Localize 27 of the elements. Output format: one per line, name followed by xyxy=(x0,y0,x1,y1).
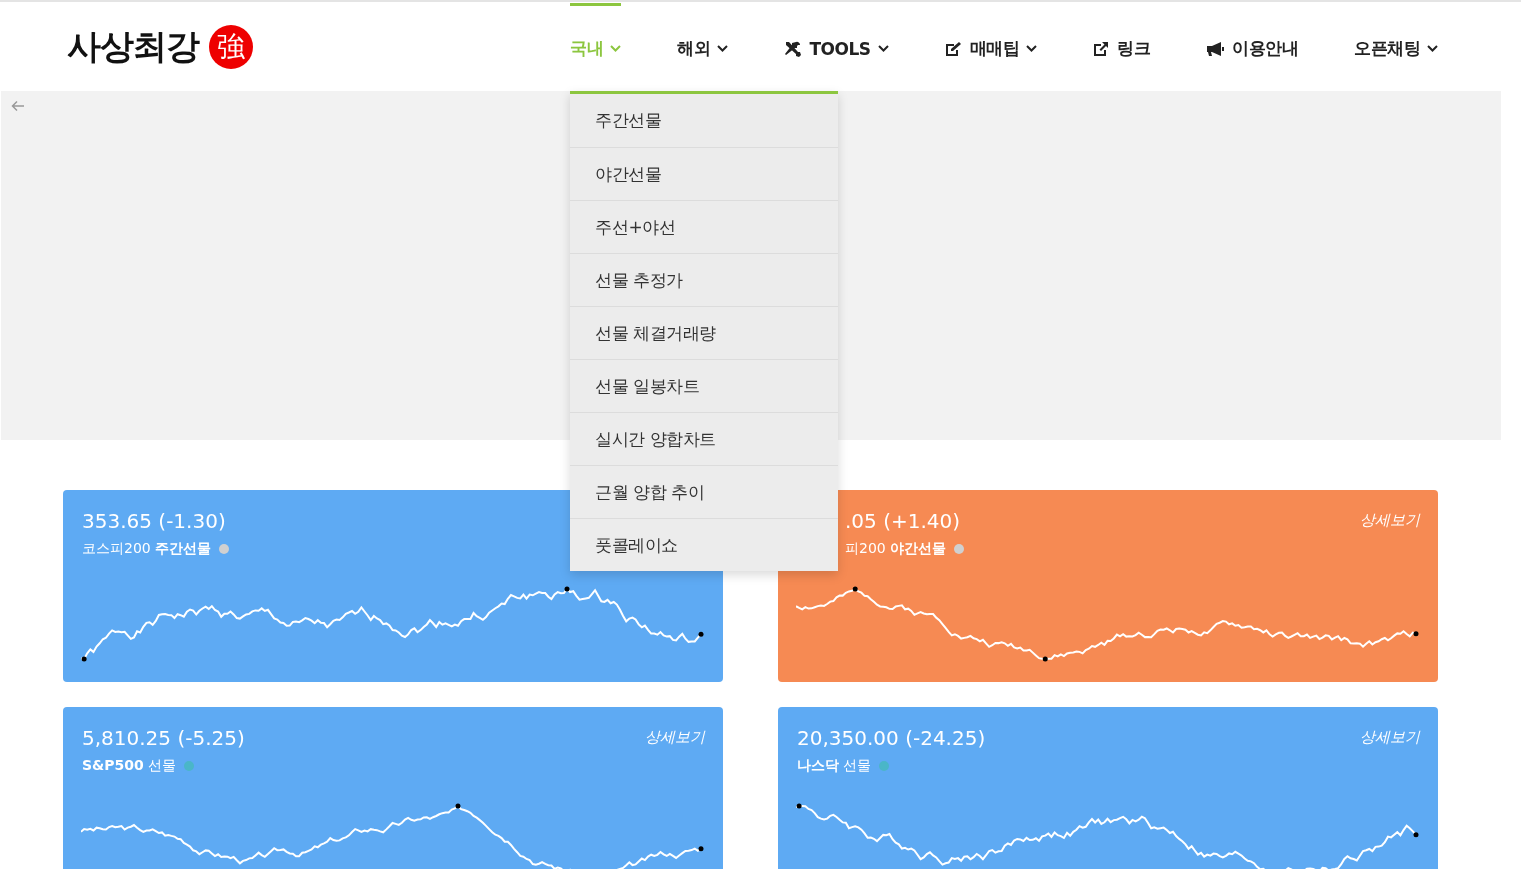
tools-icon xyxy=(784,40,803,57)
menu-item[interactable]: 주간선물 xyxy=(570,94,839,147)
caret-icon xyxy=(1026,45,1037,52)
caret-icon xyxy=(717,45,729,52)
back-arrow-icon[interactable] xyxy=(11,100,25,112)
instrument-name: 피200 야간선물 xyxy=(845,540,947,558)
nav-item[interactable]: 오픈채팅 xyxy=(1354,3,1438,91)
caret-icon xyxy=(610,45,622,52)
nav-item[interactable]: TOOLS xyxy=(784,3,889,91)
logo-text[interactable]: 사상최강 xyxy=(67,24,199,70)
nav-item[interactable]: 매매팁 xyxy=(944,3,1037,91)
instrument-name: S&P500 선물 xyxy=(82,757,177,775)
price-value: 353.65 (-1.30) xyxy=(82,509,226,533)
instrument-name: 코스피200 주간선물 xyxy=(82,540,212,558)
instrument-name: 나스닥 선물 xyxy=(797,757,872,775)
edit-icon xyxy=(944,40,963,57)
megaphone-icon xyxy=(1206,40,1225,57)
nav-item[interactable]: 해외 xyxy=(677,3,729,91)
nav-item[interactable]: 링크 xyxy=(1093,3,1150,91)
caret-icon xyxy=(877,45,889,52)
price-value: .05 (+1.40) xyxy=(845,509,961,533)
logo-seal[interactable]: 強 xyxy=(209,25,253,69)
caret-icon xyxy=(1427,45,1438,52)
price-value: 20,350.00 (-24.25) xyxy=(797,726,986,750)
nav-item[interactable]: 이용안내 xyxy=(1206,3,1298,91)
external-link-icon xyxy=(1093,40,1110,57)
price-value: 5,810.25 (-5.25) xyxy=(82,726,245,750)
